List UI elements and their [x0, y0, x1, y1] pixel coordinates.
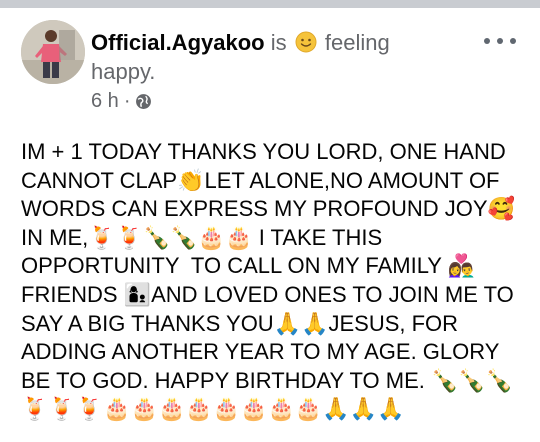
feed-divider — [0, 0, 540, 8]
post-header: Official.Agyakoo is feeling happy. — [91, 28, 451, 86]
author-avatar[interactable] — [21, 20, 85, 84]
post-meta: 6 h · — [91, 90, 152, 113]
slightly-smiling-face-icon — [295, 31, 317, 53]
globe-icon[interactable] — [135, 93, 152, 110]
more-dot — [497, 38, 503, 44]
post-body: IM + 1 TODAY THANKS YOU LORD, ONE HAND C… — [21, 139, 522, 422]
avatar-image — [21, 20, 85, 84]
meta-separator: · — [123, 90, 131, 112]
more-dot — [484, 38, 490, 44]
more-dot — [510, 38, 516, 44]
post-card: Official.Agyakoo is feeling happy. 6 h ·… — [0, 8, 540, 442]
author-name[interactable]: Official.Agyakoo — [91, 30, 265, 55]
header-connector: is — [270, 30, 287, 55]
post-timestamp[interactable]: 6 h — [91, 90, 119, 113]
more-options-icon[interactable] — [484, 34, 516, 48]
